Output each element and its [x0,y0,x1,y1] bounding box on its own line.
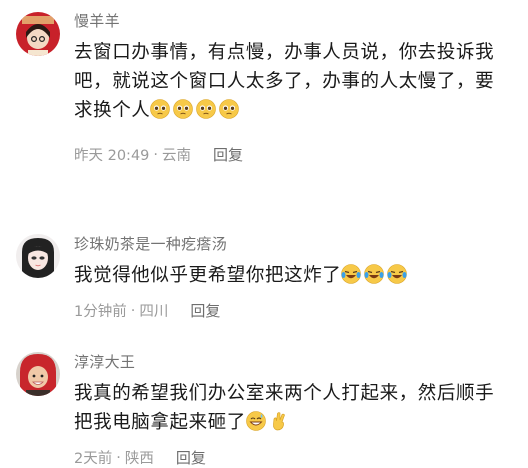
timestamp: 昨天 20:49 [74,148,150,164]
location: 云南 [162,148,192,164]
comment-meta: 2天前 · 陕西 回复 [74,447,206,468]
location: 四川 [139,304,169,320]
timestamp: 2天前 [74,451,113,467]
comment-text: 我真的希望我们办公室来两个人打起来，然后顺手 把我电脑拿起来砸了 [74,379,514,437]
pleading-face-icon [219,99,240,119]
laughing-tears-icon [387,264,408,284]
laughing-tears-icon [364,264,385,284]
pleading-face-icon [196,99,217,119]
location: 陕西 [124,451,154,467]
comment-meta: 1分钟前 · 四川 回复 [74,300,220,321]
comment-line-with-emoji: 求换个人 [74,96,514,125]
grinning-sweat-icon [246,411,266,431]
comment-text: 去窗口办事情，有点慢，办事人员说，你去投诉我 吧，就说这个窗口人太多了，办事的人… [74,38,514,125]
pleading-face-icon [150,99,171,119]
comment-line: 吧，就说这个窗口人太多了，办事的人太慢了，要 [74,71,495,92]
avatar[interactable] [16,12,60,56]
comment-line: 去窗口办事情，有点慢，办事人员说，你去投诉我 [74,42,495,63]
comment-line: 把我电脑拿起来砸了 [74,412,246,433]
separator: · [130,302,136,319]
reply-button[interactable]: 回复 [190,300,220,321]
comment-line-with-emoji: 把我电脑拿起来砸了 [74,408,514,437]
pleading-face-icon [173,99,194,119]
avatar[interactable] [16,352,60,396]
comment-line: 我真的希望我们办公室来两个人打起来，然后顺手 [74,383,495,404]
reply-button[interactable]: 回复 [176,447,206,468]
username[interactable]: 淳淳大王 [74,351,135,372]
laughing-tears-icon [341,264,362,284]
comment-line-with-emoji: 我觉得他似乎更希望你把这炸了 [74,261,514,290]
comment-line: 求换个人 [74,100,151,121]
username[interactable]: 珍珠奶茶是一种疙瘩汤 [74,233,227,254]
separator: · [116,449,121,466]
timestamp: 1分钟前 [74,304,127,320]
reply-button[interactable]: 回复 [213,144,243,165]
avatar[interactable] [16,234,60,278]
crossed-fingers-icon [269,411,289,431]
comment-meta: 昨天 20:49 · 云南 回复 [74,144,243,165]
separator: · [153,146,159,163]
username[interactable]: 慢羊羊 [74,10,120,31]
comment-text: 我觉得他似乎更希望你把这炸了 [74,261,514,290]
comment-line: 我觉得他似乎更希望你把这炸了 [74,265,342,286]
